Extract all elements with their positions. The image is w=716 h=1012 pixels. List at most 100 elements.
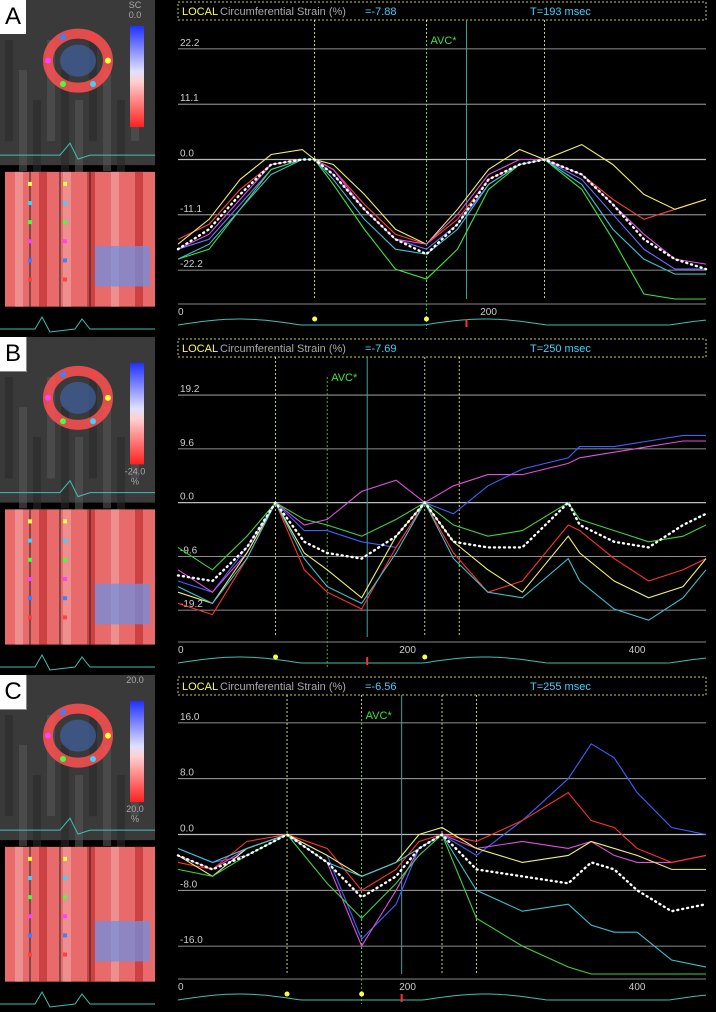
y-tick-label: 0.0 [180, 492, 194, 503]
echo-speckle [103, 745, 111, 847]
segment-strain-line [177, 501, 707, 621]
y-tick-label: -16.0 [180, 935, 203, 946]
header-time: T=255 msec [530, 681, 591, 693]
mmode-marker [28, 258, 32, 263]
color-scale-bar [130, 26, 144, 128]
panel-label: B [0, 337, 27, 372]
mmode-band [63, 171, 71, 307]
segment-marker [105, 394, 111, 401]
mmode-marker [28, 615, 32, 620]
scale-top-label: 0.0 [129, 10, 142, 20]
scale-top-label: SC [129, 0, 142, 10]
header-time: T=250 msec [530, 343, 591, 355]
segment-marker [60, 418, 66, 425]
segment-marker [45, 732, 51, 739]
lv-cavity [60, 719, 96, 752]
segment-marker [45, 394, 51, 401]
ecg-marker [273, 654, 279, 660]
panel-label: A [0, 0, 26, 34]
mmode-marker [63, 876, 67, 881]
segment-marker [105, 732, 111, 739]
mmode-band [39, 846, 47, 982]
segment-marker [105, 57, 111, 64]
x-tick-label: 400 [629, 982, 646, 993]
header-strain-value: =-7.69 [365, 343, 397, 355]
echo-thumbnail: SC0.0 [0, 0, 155, 333]
echo-thumbnail: -24.0% [0, 337, 155, 671]
mmode-band [135, 846, 143, 982]
header-strain-label: Circumferential Strain (%) [220, 6, 346, 18]
mmode-marker [28, 596, 32, 601]
mmode-blue-band [95, 583, 150, 625]
avc-label: AVC* [366, 710, 393, 722]
mmode-band [87, 509, 95, 645]
strip-ecg [0, 315, 155, 333]
mmode-marker [63, 557, 67, 562]
strain-chart: -24.0% LOCAL Circumferential Strain (%) =-7… [0, 337, 708, 671]
x-tick-label: 200 [399, 645, 416, 656]
panel-label: C [0, 675, 27, 710]
header-time: T=193 msec [530, 6, 591, 18]
x-tick-label: 0 [178, 307, 184, 318]
segment-strain-line [177, 158, 707, 245]
y-tick-label: 8.0 [180, 768, 194, 779]
x-tick-label: 200 [480, 307, 497, 318]
echo-speckle [5, 40, 13, 142]
mmode-marker [28, 876, 32, 881]
echo-speckle [5, 715, 13, 817]
mmode-marker [28, 239, 32, 244]
avc-label: AVC* [331, 372, 358, 384]
x-tick-label: 200 [399, 982, 416, 993]
mmode-marker [28, 856, 32, 861]
segment-marker [90, 34, 96, 41]
ecg-trace [177, 318, 707, 326]
mmode-marker [63, 596, 67, 601]
mmode-blue-band [95, 921, 150, 962]
mmode-marker [28, 538, 32, 543]
y-tick-label: -22.2 [180, 259, 203, 270]
color-scale-bar [130, 701, 144, 803]
mmode-band [15, 846, 23, 982]
panel-c: C 20.0 20.0% LOCAL Circumferential Strain (… [0, 675, 716, 1012]
mmode-blue-band [95, 246, 150, 287]
strain-chart: 20.0 20.0% LOCAL Circumferential Strain (%)… [0, 675, 708, 1008]
header-strain-value: =-7.88 [365, 6, 397, 18]
avc-label: AVC* [430, 35, 457, 47]
y-tick-label: -11.1 [180, 204, 202, 215]
mmode-marker [63, 538, 67, 543]
segment-marker [60, 371, 66, 378]
segment-marker [90, 418, 96, 425]
segment-marker [60, 756, 66, 763]
y-tick-label: 11.1 [180, 93, 199, 104]
echo-speckle [19, 407, 27, 509]
ecg-marker [312, 316, 318, 322]
segment-marker [90, 81, 96, 88]
mmode-band [39, 171, 47, 307]
strip-ecg [0, 990, 155, 1008]
header-local: LOCAL [182, 343, 218, 355]
segment-strain-line [177, 501, 707, 616]
y-tick-label: 16.0 [180, 712, 200, 723]
ecg-marker [423, 316, 429, 322]
y-tick-label: 9.6 [180, 438, 194, 449]
mmode-band [87, 171, 95, 307]
mmode-band [87, 846, 95, 982]
strip-ecg [0, 653, 155, 671]
mmode-marker [28, 201, 32, 206]
echo-speckle [103, 407, 111, 509]
segment-marker [45, 57, 51, 64]
x-tick-label: 0 [178, 982, 184, 993]
mmode-strip [5, 846, 155, 982]
scale-bottom-label: -24.0 [125, 466, 146, 476]
mmode-marker [63, 519, 67, 524]
mmode-marker [63, 201, 67, 206]
mmode-marker [28, 952, 32, 957]
mmode-marker [63, 914, 67, 919]
ecg-trace [177, 656, 707, 664]
echo-speckle [19, 70, 27, 172]
mmode-marker [28, 895, 32, 900]
echo-speckle [5, 377, 13, 479]
panel-b: B -24.0% LOCAL Circumferential Strain (%) =… [0, 337, 716, 675]
panel-a: A SC 0.0 LOCAL Circumferential Strain (%) =-… [0, 0, 716, 337]
color-scale-bar [130, 363, 144, 465]
